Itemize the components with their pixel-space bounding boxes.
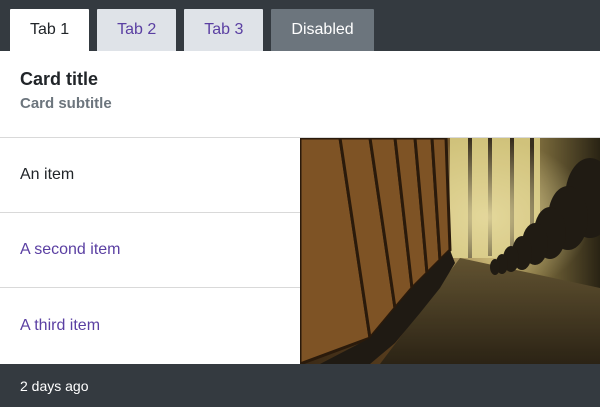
tab-3[interactable]: Tab 3 xyxy=(184,9,264,51)
card-subtitle: Card subtitle xyxy=(20,95,112,112)
photo-illustration xyxy=(300,138,600,364)
list-item-second[interactable]: A second item xyxy=(0,213,300,288)
list-item-third[interactable]: A third item xyxy=(0,288,300,364)
card: Tab 1 Tab 2 Tab 3 Disabled Card title Ca… xyxy=(0,0,600,407)
list-item-first: An item xyxy=(0,138,300,213)
card-body: Card title Card subtitle xyxy=(0,51,600,138)
tab-2[interactable]: Tab 2 xyxy=(97,9,177,51)
tab-bar: Tab 1 Tab 2 Tab 3 Disabled xyxy=(0,0,600,51)
card-footer: 2 days ago xyxy=(0,364,600,407)
tab-disabled: Disabled xyxy=(271,9,374,51)
theater-seats-photo xyxy=(300,138,600,364)
footer-timestamp: 2 days ago xyxy=(20,377,89,394)
list-group: An item A second item A third item xyxy=(0,138,300,364)
card-title: Card title xyxy=(20,69,99,89)
tab-1[interactable]: Tab 1 xyxy=(10,9,90,51)
content-split: An item A second item A third item xyxy=(0,138,600,364)
